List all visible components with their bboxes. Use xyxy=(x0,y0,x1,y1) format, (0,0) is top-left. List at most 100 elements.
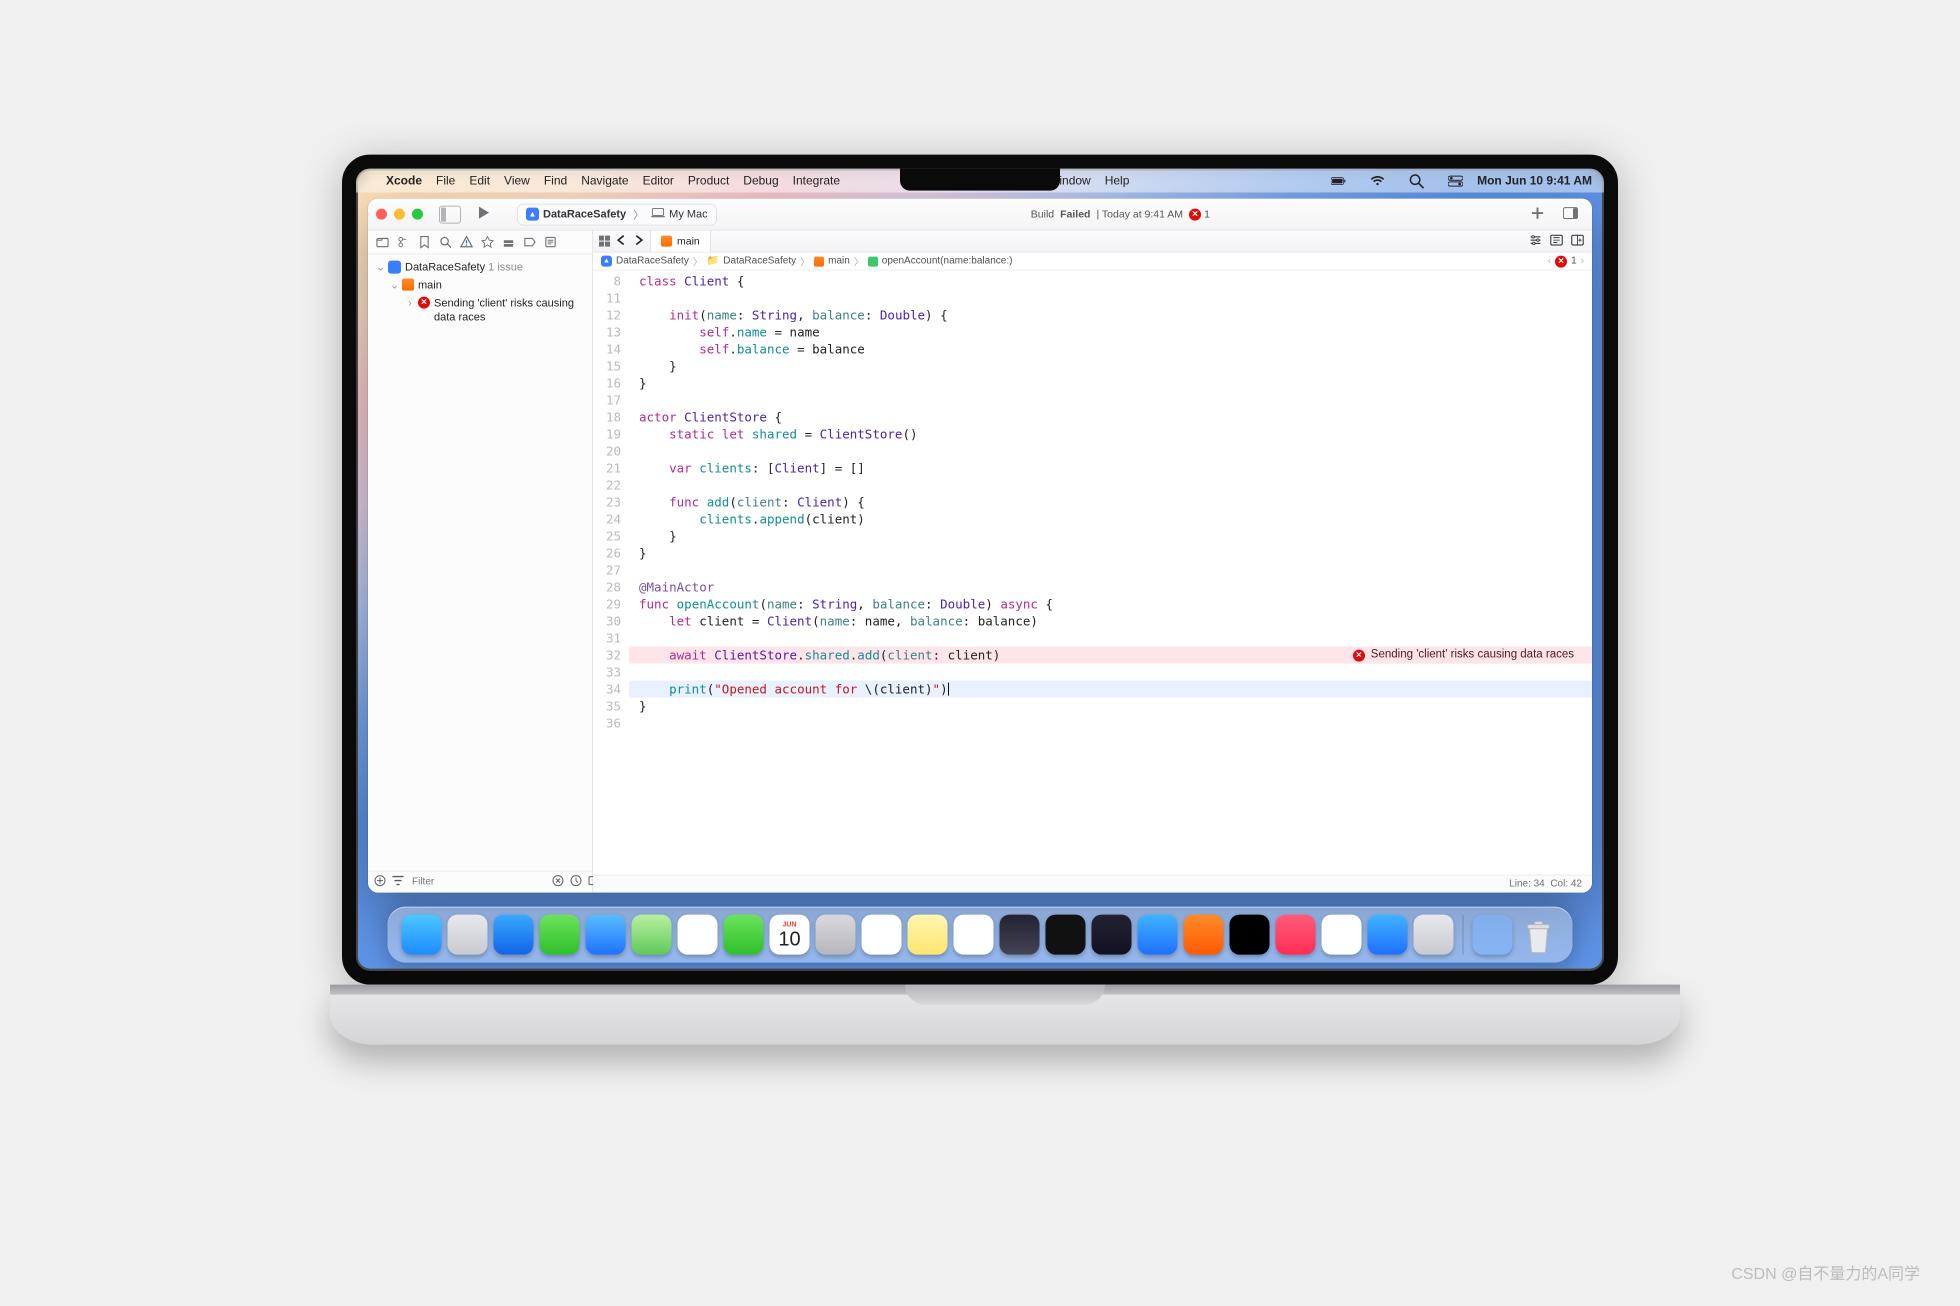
dock-swift-playgrounds[interactable] xyxy=(1184,915,1224,955)
add-editor-icon[interactable] xyxy=(1571,233,1584,249)
dock-calendar[interactable]: JUN10 xyxy=(770,915,810,955)
navigator-pane: ⌄ DataRaceSafety 1 issue ⌄ main ›✕ Sendi… xyxy=(368,231,593,893)
dock-image-playground[interactable] xyxy=(1000,915,1040,955)
menu-view[interactable]: View xyxy=(504,174,530,188)
app-icon: ▲ xyxy=(601,256,612,267)
filter-recent-icon[interactable] xyxy=(570,875,582,890)
xcode-window: ▲DataRaceSafety 〉 My Mac Build Failed | … xyxy=(368,199,1592,893)
dock-finder[interactable] xyxy=(402,915,442,955)
inline-error[interactable]: ✕Sending 'client' risks causing data rac… xyxy=(1343,647,1584,664)
dock-appletv[interactable] xyxy=(1230,915,1270,955)
dock-freeform[interactable] xyxy=(954,915,994,955)
editor-tabbar: main xyxy=(593,231,1592,253)
dock-mail[interactable] xyxy=(586,915,626,955)
navigator-selector xyxy=(368,231,592,255)
wifi-icon[interactable] xyxy=(1370,173,1385,188)
app-menu[interactable]: Xcode xyxy=(386,174,422,188)
menu-integrate[interactable]: Integrate xyxy=(793,174,840,188)
dock[interactable]: JUN10 xyxy=(388,907,1573,963)
dock-music[interactable] xyxy=(1276,915,1316,955)
nav-test-icon[interactable] xyxy=(481,236,494,249)
forward-icon[interactable] xyxy=(633,234,644,248)
nav-report-icon[interactable] xyxy=(544,236,557,249)
notch xyxy=(900,169,1060,191)
tree-project-row[interactable]: ⌄ DataRaceSafety 1 issue xyxy=(368,259,592,277)
dock-facetime[interactable] xyxy=(724,915,764,955)
run-button[interactable] xyxy=(475,205,491,224)
menu-help[interactable]: Help xyxy=(1105,174,1130,188)
gutter: 8111213141516171819202122232425262728293… xyxy=(593,271,629,875)
menu-product[interactable]: Product xyxy=(688,174,729,188)
dock-xcode[interactable] xyxy=(1092,915,1132,955)
search-icon[interactable] xyxy=(1409,173,1424,188)
menu-navigate[interactable]: Navigate xyxy=(581,174,628,188)
back-icon[interactable] xyxy=(616,234,627,248)
dock-launchpad[interactable] xyxy=(448,915,488,955)
window-controls[interactable] xyxy=(376,209,423,220)
dock-messages[interactable] xyxy=(540,915,580,955)
dock-trash[interactable] xyxy=(1519,915,1559,955)
menu-file[interactable]: File xyxy=(436,174,455,188)
swift-file-icon xyxy=(661,236,672,247)
adjust-options-icon[interactable] xyxy=(1529,233,1542,249)
dock-notes[interactable] xyxy=(908,915,948,955)
build-status[interactable]: Build Failed | Today at 9:41 AM ✕1 xyxy=(1031,208,1210,220)
dock-settings[interactable] xyxy=(1414,915,1454,955)
dock-maps[interactable] xyxy=(632,915,672,955)
filter-icon[interactable] xyxy=(392,875,404,890)
zoom-icon[interactable] xyxy=(412,209,423,220)
tree-issue-row[interactable]: ›✕ Sending 'client' risks causing data r… xyxy=(368,295,592,327)
related-items-icon[interactable] xyxy=(599,236,610,247)
control-center-icon[interactable] xyxy=(1448,173,1463,188)
close-icon[interactable] xyxy=(376,209,387,220)
toggle-left-panel-icon[interactable] xyxy=(439,205,461,223)
editor-tab[interactable]: main xyxy=(650,231,711,252)
nav-source-icon[interactable] xyxy=(397,236,410,249)
menubar-clock[interactable]: Mon Jun 10 9:41 AM xyxy=(1477,174,1592,188)
menu-debug[interactable]: Debug xyxy=(743,174,778,188)
nav-project-icon[interactable] xyxy=(376,236,389,249)
tree-file-row[interactable]: ⌄ main xyxy=(368,277,592,295)
toggle-right-panel-icon[interactable] xyxy=(1557,205,1584,223)
source-editor[interactable]: 8111213141516171819202122232425262728293… xyxy=(593,271,1592,875)
battery-icon[interactable] xyxy=(1331,173,1346,188)
nav-bookmark-icon[interactable] xyxy=(418,236,431,249)
dock-safari[interactable] xyxy=(494,915,534,955)
editor-layout-icon[interactable] xyxy=(1550,233,1563,249)
scheme-name: DataRaceSafety xyxy=(543,208,626,220)
jump-bar[interactable]: ▲ DataRaceSafety〉 📁 DataRaceSafety〉 main… xyxy=(593,253,1592,271)
nav-breakpoint-icon[interactable] xyxy=(523,236,536,249)
filter-add-icon[interactable] xyxy=(374,875,386,890)
nav-issue-icon[interactable] xyxy=(460,236,473,249)
nav-debug-icon[interactable] xyxy=(502,236,515,249)
menu-editor[interactable]: Editor xyxy=(643,174,674,188)
swift-file-icon xyxy=(402,279,414,291)
error-icon: ✕ xyxy=(1555,255,1567,267)
add-button[interactable] xyxy=(1524,205,1551,223)
scheme-selector[interactable]: ▲DataRaceSafety 〉 My Mac xyxy=(517,203,717,225)
keyboard-deck xyxy=(330,985,1680,1045)
filter-errors-icon[interactable] xyxy=(552,875,564,890)
tab-label: main xyxy=(677,235,700,247)
dock-appstore[interactable] xyxy=(1138,915,1178,955)
dock-tv[interactable] xyxy=(1046,915,1086,955)
window-toolbar: ▲DataRaceSafety 〉 My Mac Build Failed | … xyxy=(368,199,1592,231)
navigator-filter xyxy=(368,871,592,893)
app-icon: ▲ xyxy=(526,208,539,221)
menu-find[interactable]: Find xyxy=(544,174,567,188)
project-icon xyxy=(388,261,401,274)
code[interactable]: class Client { init(name: String, balanc… xyxy=(629,271,1592,875)
method-icon xyxy=(868,256,878,266)
dock-downloads[interactable] xyxy=(1473,915,1513,955)
filter-input[interactable] xyxy=(410,876,546,889)
dock-appstore2[interactable] xyxy=(1368,915,1408,955)
dock-reminders[interactable] xyxy=(862,915,902,955)
dock-contacts[interactable] xyxy=(816,915,856,955)
error-badge-icon: ✕ xyxy=(1189,208,1201,220)
issue-tree[interactable]: ⌄ DataRaceSafety 1 issue ⌄ main ›✕ Sendi… xyxy=(368,255,592,871)
dock-photos[interactable] xyxy=(678,915,718,955)
nav-find-icon[interactable] xyxy=(439,236,452,249)
menu-edit[interactable]: Edit xyxy=(469,174,490,188)
dock-news[interactable] xyxy=(1322,915,1362,955)
minimize-icon[interactable] xyxy=(394,209,405,220)
